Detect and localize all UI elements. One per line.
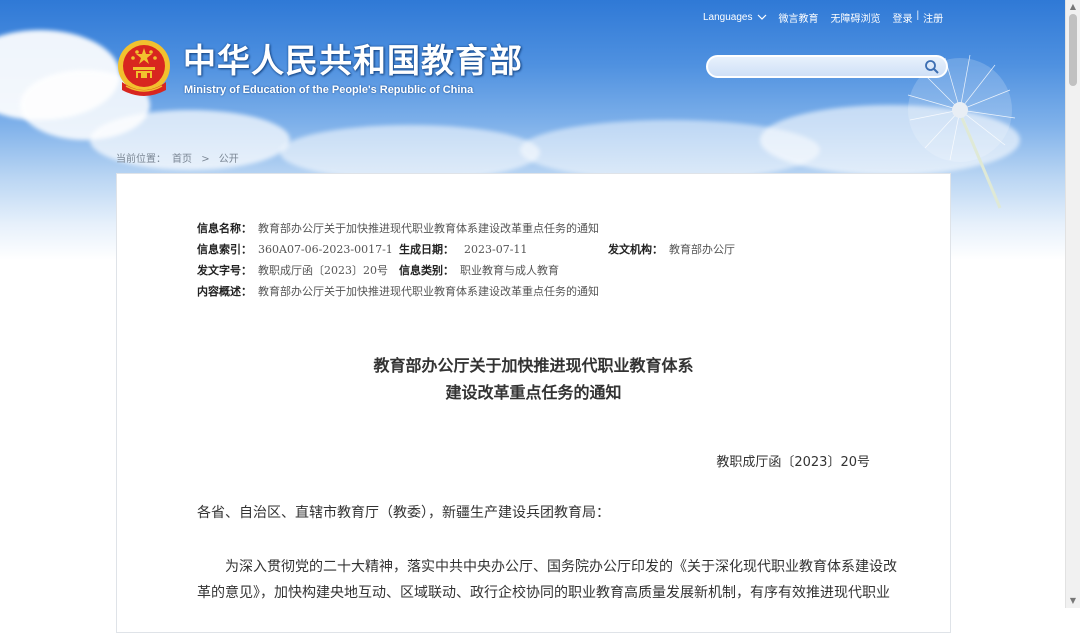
site-subtitle: Ministry of Education of the People's Re… — [184, 84, 474, 96]
info-category-row: 信息类别： 职业教育与成人教育 — [399, 262, 559, 278]
document-title-line2: 建设改革重点任务的通知 — [445, 383, 622, 402]
national-emblem-logo — [118, 40, 170, 96]
weibo-link[interactable]: 微言教育 — [779, 10, 819, 25]
page-scrollbar[interactable]: ▲ ▼ — [1065, 0, 1080, 608]
info-index-value: 360A07-06-2023-0017-1 — [258, 243, 393, 256]
info-date-value: 2023-07-11 — [464, 243, 528, 256]
info-category-value: 职业教育与成人教育 — [460, 264, 559, 277]
top-navigation: Languages 微言教育 无障碍浏览 登录 | 注册 — [703, 10, 944, 25]
breadcrumb-arrow: > — [201, 154, 210, 165]
info-summary-label: 内容概述： — [197, 285, 252, 298]
info-date-label: 生成日期： — [399, 243, 454, 256]
cloud-decoration — [280, 125, 540, 180]
register-link[interactable]: 注册 — [923, 10, 943, 25]
info-docno-value: 教职成厅函〔2023〕20号 — [258, 264, 388, 277]
languages-label: Languages — [703, 11, 753, 23]
accessibility-link[interactable]: 无障碍浏览 — [831, 10, 881, 25]
info-index-label: 信息索引： — [197, 243, 252, 256]
search-icon[interactable] — [924, 59, 940, 75]
search-input[interactable] — [718, 59, 922, 76]
info-index-row: 信息索引： 360A07-06-2023-0017-1 — [197, 241, 393, 257]
info-category-label: 信息类别： — [399, 264, 454, 277]
info-summary-row: 内容概述： 教育部办公厅关于加快推进现代职业教育体系建设改革重点任务的通知 — [197, 283, 599, 299]
breadcrumb-prefix: 当前位置： — [116, 154, 166, 165]
site-title: 中华人民共和国教育部 — [183, 41, 523, 80]
login-link[interactable]: 登录 — [893, 10, 913, 25]
scroll-up-arrow-icon[interactable]: ▲ — [1066, 0, 1080, 14]
info-issuer-value: 教育部办公厅 — [669, 243, 735, 256]
document-paragraph-line1: 为深入贯彻党的二十大精神，落实中共中央办公厅、国务院办公厅印发的《关于深化现代职… — [225, 559, 897, 575]
scrollbar-thumb[interactable] — [1069, 14, 1077, 86]
languages-dropdown[interactable]: Languages — [703, 12, 767, 23]
info-name-label: 信息名称： — [197, 222, 252, 235]
info-name-row: 信息名称： 教育部办公厅关于加快推进现代职业教育体系建设改革重点任务的通知 — [197, 220, 599, 236]
document-title-line1: 教育部办公厅关于加快推进现代职业教育体系 — [373, 356, 694, 375]
article-panel: 信息名称： 教育部办公厅关于加快推进现代职业教育体系建设改革重点任务的通知 信息索… — [116, 173, 951, 633]
separator: | — [916, 9, 920, 21]
info-name-value: 教育部办公厅关于加快推进现代职业教育体系建设改革重点任务的通知 — [258, 222, 599, 235]
account-links: 登录 | 注册 — [893, 10, 944, 25]
breadcrumb: 当前位置： 首页 > 公开 — [116, 150, 245, 165]
scroll-down-arrow-icon[interactable]: ▼ — [1066, 594, 1080, 608]
info-summary-value: 教育部办公厅关于加快推进现代职业教育体系建设改革重点任务的通知 — [258, 285, 599, 298]
document-number: 教职成厅函〔2023〕20号 — [716, 455, 870, 470]
breadcrumb-current-link[interactable]: 公开 — [219, 154, 239, 165]
info-docno-row: 发文字号： 教职成厅函〔2023〕20号 — [197, 262, 388, 278]
info-docno-label: 发文字号： — [197, 264, 252, 277]
search-box — [706, 55, 948, 78]
info-date-row: 生成日期： 2023-07-11 — [399, 241, 527, 257]
info-issuer-label: 发文机构： — [608, 243, 663, 256]
breadcrumb-home-link[interactable]: 首页 — [172, 154, 192, 165]
chevron-down-icon — [757, 14, 766, 20]
info-issuer-row: 发文机构： 教育部办公厅 — [608, 241, 735, 257]
document-paragraph-line2: 革的意见》，加快构建央地互动、区域联动、政行企校协同的职业教育高质量发展新机制，… — [197, 585, 890, 601]
document-salutation: 各省、自治区、直辖市教育厅（教委），新疆生产建设兵团教育局： — [197, 505, 610, 521]
